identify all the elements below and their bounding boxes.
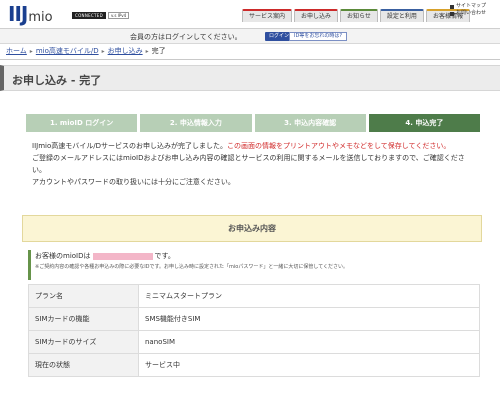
bullet-square-icon (450, 4, 454, 9)
connected-badge: CONNECTED v.s IPv4 (72, 12, 130, 19)
step-login: 1. mioID ログイン (26, 114, 138, 132)
mioid-note: ※ご契約内容の確認や各種お申込みの際に必要なIDです。お申し込み時に設定された「… (35, 264, 349, 270)
logo-mio-text: mio (28, 10, 53, 25)
step-complete: 4. 申込完了 (368, 114, 480, 132)
sim-size-value: nanoSIM (138, 330, 480, 354)
contact-label: お問い合わせ (456, 10, 487, 16)
mioid-masked-value (92, 252, 153, 260)
breadcrumb-home[interactable]: ホーム (6, 46, 27, 56)
application-details-table: プラン名 ミニマムスタートプラン SIMカードの機能 SMS機能付きSIM SI… (28, 284, 480, 377)
breadcrumb-separator-icon: ▸ (29, 47, 33, 55)
breadcrumb-separator-icon: ▸ (145, 47, 149, 55)
plan-name-label: プラン名 (28, 284, 139, 308)
login-message: 会員の方はログインしてください。 (130, 33, 242, 41)
save-warning-text: この画面の情報をプリントアウトやメモなどをして保存してください。 (227, 142, 451, 150)
status-label: 現在の状態 (28, 353, 139, 377)
progress-steps: 1. mioID ログイン 2. 申込情報入力 3. 申込内容確認 4. 申込完… (26, 114, 480, 132)
iijmio-logo[interactable]: IIJ mio (8, 2, 53, 26)
sim-function-label: SIMカードの機能 (28, 307, 139, 331)
page-title-bar: お申し込み - 完了 (0, 65, 500, 91)
completion-line-1: IIJmio高速モバイル/Dサービスのお申し込みが完了しました。この画面の情報を… (32, 140, 472, 152)
table-row: SIMカードのサイズ nanoSIM (28, 330, 480, 354)
breadcrumb-divider (0, 59, 500, 60)
bullet-square-icon (450, 11, 454, 16)
account-caution-text: アカウントやパスワードの取り扱いには十分にご注意ください。 (32, 178, 235, 186)
breadcrumb-mio-mobile[interactable]: mio高速モバイル/D (36, 46, 99, 56)
email-notice-text: ご登録のメールアドレスにはmioIDおよびお申し込み内容の確認とサービスの利用に… (32, 154, 465, 174)
sim-size-label: SIMカードのサイズ (28, 330, 139, 354)
logo-iij-text: IIJ (8, 2, 28, 26)
header: IIJ mio CONNECTED v.s IPv4 サービス案内 お申し込み … (0, 0, 500, 28)
application-details-header: お申込み内容 (22, 215, 482, 242)
tab-settings-usage[interactable]: 設定と利用 (379, 9, 424, 22)
utility-links: サイトマップ お問い合わせ (450, 3, 486, 17)
completion-message: IIJmio高速モバイル/Dサービスのお申し込みが完了しました。この画面の情報を… (32, 140, 472, 188)
breadcrumb: ホーム ▸ mio高速モバイル/D ▸ お申し込み ▸ 完了 (6, 46, 166, 56)
step-input: 2. 申込情報入力 (140, 114, 252, 132)
sitemap-label: サイトマップ (456, 3, 487, 9)
table-row: SIMカードの機能 SMS機能付きSIM (28, 307, 480, 331)
breadcrumb-separator-icon: ▸ (101, 47, 105, 55)
mioid-suffix: です。 (154, 252, 175, 260)
status-value: サービス中 (138, 353, 480, 377)
tab-apply[interactable]: お申し込み (294, 9, 339, 22)
mioid-row: お客様のmioIDは です。 ※ご契約内容の確認や各種お申込みの際に必要なIDで… (28, 250, 480, 280)
completion-text: IIJmio高速モバイル/Dサービスのお申し込みが完了しました。 (32, 142, 227, 150)
sitemap-link[interactable]: サイトマップ (450, 3, 486, 10)
tab-service-info[interactable]: サービス案内 (242, 9, 293, 22)
breadcrumb-apply[interactable]: お申し込み (108, 46, 143, 56)
forgot-id-button[interactable]: ID等をお忘れの時は? (289, 32, 347, 41)
contact-link[interactable]: お問い合わせ (450, 10, 486, 17)
mioid-prefix: お客様のmioIDは (35, 252, 91, 260)
connected-label: CONNECTED (72, 12, 106, 19)
breadcrumb-current: 完了 (151, 47, 166, 55)
plan-name-value: ミニマムスタートプラン (138, 284, 480, 308)
table-row: プラン名 ミニマムスタートプラン (28, 284, 480, 308)
tab-news[interactable]: お知らせ (340, 9, 378, 22)
sim-function-value: SMS機能付きSIM (138, 307, 480, 331)
section-title: お申込み内容 (228, 224, 276, 233)
login-bar: 会員の方はログインしてください。 ログイン ID等をお忘れの時は? (0, 28, 500, 44)
top-navigation: サービス案内 お申し込み お知らせ 設定と利用 お客様情報 (242, 9, 470, 22)
mioid-line: お客様のmioIDは です。 (35, 250, 480, 262)
version-label: v.s IPv4 (108, 12, 130, 19)
step-confirm: 3. 申込内容確認 (254, 114, 366, 132)
page-title: お申し込み - 完了 (12, 74, 102, 87)
table-row: 現在の状態 サービス中 (28, 353, 480, 377)
